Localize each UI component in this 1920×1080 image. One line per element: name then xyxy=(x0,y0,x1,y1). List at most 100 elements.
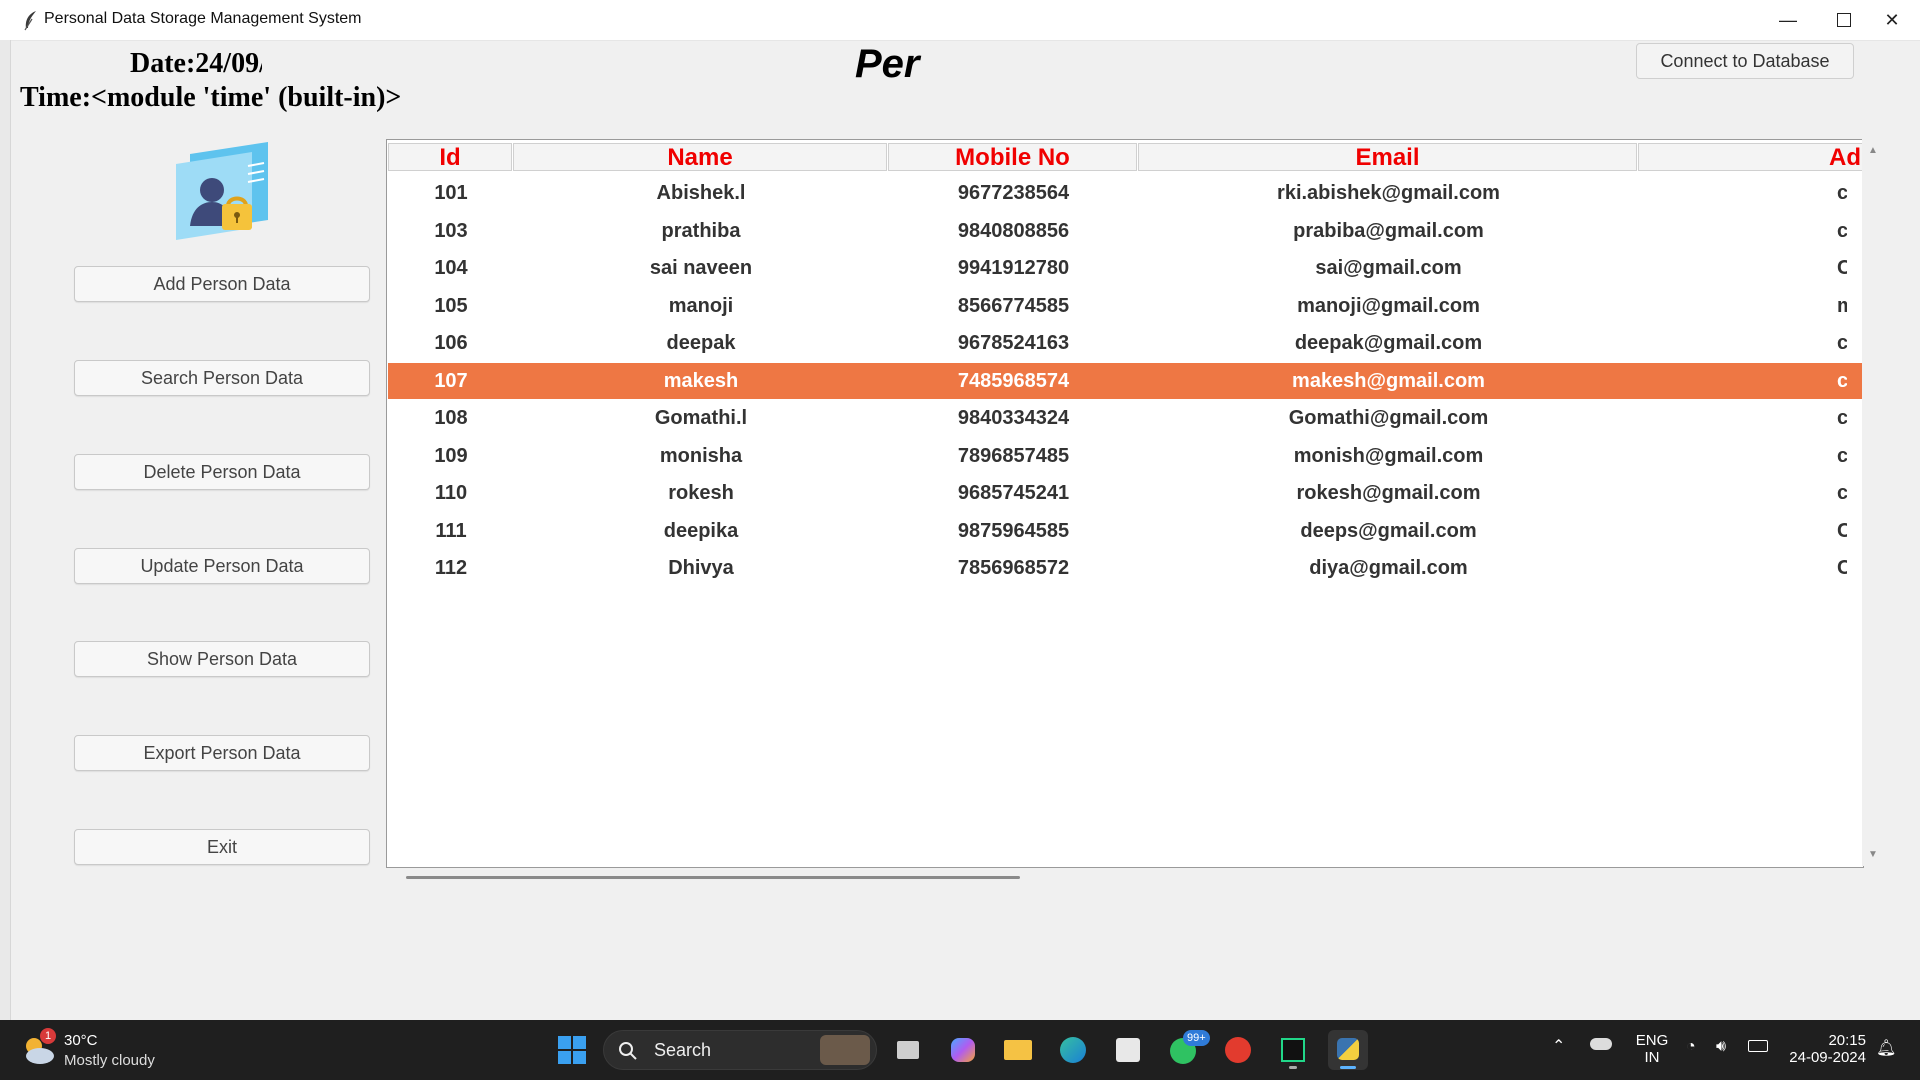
cell-id: 112 xyxy=(434,557,468,579)
language-indicator[interactable]: ENG IN xyxy=(1632,1032,1672,1066)
taskbar-search-box[interactable]: Search xyxy=(603,1030,877,1070)
window-title: Personal Data Storage Management System xyxy=(44,10,362,27)
search-label: Search xyxy=(654,1040,712,1060)
folder-icon xyxy=(1004,1040,1032,1060)
cell-id: 110 xyxy=(434,482,468,504)
cell-mobile: 9840334324 xyxy=(957,407,1070,429)
cell-address: c xyxy=(1837,363,1847,399)
running-indicator xyxy=(1289,1066,1297,1069)
column-header-id[interactable]: Id xyxy=(388,143,512,171)
battery-icon[interactable] xyxy=(1748,1040,1768,1052)
onedrive-cloud-icon[interactable] xyxy=(1590,1038,1612,1050)
cell-email: prabiba@gmail.com xyxy=(1293,219,1484,242)
scroll-down-icon[interactable]: ▼ xyxy=(1868,849,1878,860)
cell-id: 105 xyxy=(434,294,468,317)
show-person-button[interactable]: Show Person Data xyxy=(74,641,370,677)
whatsapp-badge: 99+ xyxy=(1183,1030,1210,1046)
cell-mobile: 9875964585 xyxy=(957,519,1070,542)
language-code: ENG xyxy=(1635,1032,1669,1049)
cell-email: sai@gmail.com xyxy=(1315,257,1462,279)
cell-name: manoji xyxy=(668,294,734,317)
search-person-button[interactable]: Search Person Data xyxy=(74,360,370,396)
weather-widget[interactable]: 1 30°C Mostly cloudy xyxy=(20,1028,200,1072)
clock-time: 20:15 xyxy=(1828,1032,1866,1049)
table-row[interactable]: 112 Dhivya 7856968572 diya@gmail.com C xyxy=(388,550,1863,586)
column-header-mobile[interactable]: Mobile No xyxy=(888,143,1137,171)
minimize-button[interactable]: — xyxy=(1760,0,1816,40)
cell-name: Dhivya xyxy=(668,557,734,579)
cell-address: cl xyxy=(1837,325,1847,361)
table-row[interactable]: 108 Gomathi.l 9840334324 Gomathi@gmail.com c… xyxy=(388,400,1863,436)
delete-person-button[interactable]: Delete Person Data xyxy=(74,454,370,490)
clock[interactable]: 20:15 24-09-2024 xyxy=(1786,1032,1866,1066)
time-label: Time:<module 'time' (built-in)> xyxy=(20,82,402,113)
table-row[interactable]: 106 deepak 9678524163 deepak@gmail.com cl xyxy=(388,325,1863,361)
pycharm-icon xyxy=(1281,1038,1305,1062)
show-hidden-icons-chevron-icon[interactable]: ⌃ xyxy=(1552,1036,1565,1056)
window-left-edge xyxy=(0,40,11,1020)
cell-id: 103 xyxy=(434,219,468,242)
wifi-icon[interactable]: ◔ xyxy=(1686,1038,1696,1056)
exit-button[interactable]: Exit xyxy=(74,829,370,865)
vertical-scrollbar[interactable]: ▲ ▼ xyxy=(1862,139,1886,866)
cell-email: rokesh@gmail.com xyxy=(1296,482,1481,504)
column-header-email[interactable]: Email xyxy=(1138,143,1637,171)
table-row[interactable]: 105 manoji 8566774585 manoji@gmail.com m xyxy=(388,288,1863,324)
cell-email: rki.abishek@gmail.com xyxy=(1277,182,1500,204)
weather-description: Mostly cloudy xyxy=(64,1052,155,1069)
cell-address: cl xyxy=(1837,438,1847,474)
start-button[interactable] xyxy=(552,1030,592,1070)
update-person-button[interactable]: Update Person Data xyxy=(74,548,370,584)
notification-bell-icon[interactable]: 🔔︎ xyxy=(1876,1038,1896,1058)
whatsapp-button[interactable]: 99+ xyxy=(1163,1030,1210,1070)
edge-button[interactable] xyxy=(1053,1030,1093,1070)
cell-mobile: 7485968574 xyxy=(957,369,1070,392)
copilot-button[interactable] xyxy=(943,1030,983,1070)
cell-name: monisha xyxy=(659,444,743,467)
close-button[interactable]: ✕ xyxy=(1864,0,1920,40)
table-row[interactable]: 109 monisha 7896857485 monish@gmail.com cl xyxy=(388,438,1863,474)
pycharm-button[interactable] xyxy=(1273,1030,1313,1070)
connect-database-button[interactable]: Connect to Database xyxy=(1636,43,1854,79)
cell-mobile: 9677238564 xyxy=(957,182,1070,204)
cell-mobile: 7896857485 xyxy=(957,444,1070,467)
cell-address: C xyxy=(1837,550,1847,586)
add-person-button[interactable]: Add Person Data xyxy=(74,266,370,302)
wps-office-button[interactable] xyxy=(1218,1030,1258,1070)
table-row[interactable]: 104 sai naveen 9941912780 sai@gmail.com C xyxy=(388,250,1863,286)
cell-address: cl xyxy=(1837,213,1847,249)
cell-name: deepika xyxy=(663,519,739,542)
store-button[interactable] xyxy=(1108,1030,1148,1070)
export-person-button[interactable]: Export Person Data xyxy=(74,735,370,771)
column-header-name[interactable]: Name xyxy=(513,143,887,171)
cell-email: diya@gmail.com xyxy=(1309,557,1468,579)
user-lock-icon xyxy=(176,142,268,240)
table-row[interactable]: 110 rokesh 9685745241 rokesh@gmail.com cl xyxy=(388,475,1863,511)
table-row[interactable]: 107 makesh 7485968574 makesh@gmail.com c xyxy=(388,362,1863,399)
python-app-button[interactable] xyxy=(1328,1030,1368,1070)
close-icon: ✕ xyxy=(1884,9,1900,30)
region-code: IN xyxy=(1644,1049,1660,1066)
scroll-up-icon[interactable]: ▲ xyxy=(1868,145,1878,156)
cell-address: cl xyxy=(1837,475,1847,511)
cell-email: deepak@gmail.com xyxy=(1294,332,1483,354)
person-data-table[interactable]: Id Name Mobile No Email Ad 101 Abishek.l 9… xyxy=(386,139,1864,868)
file-explorer-button[interactable] xyxy=(998,1030,1038,1070)
cell-name: rokesh xyxy=(668,482,734,504)
task-view-button[interactable] xyxy=(888,1030,928,1070)
cell-id: 106 xyxy=(434,332,468,354)
search-icon xyxy=(619,1042,637,1060)
horizontal-scroll-thumb[interactable] xyxy=(406,876,1020,879)
page-heading: Per xyxy=(855,42,920,86)
table-row[interactable]: 101 Abishek.l 9677238564 rki.abishek@gmail.… xyxy=(388,175,1863,211)
cell-mobile: 9941912780 xyxy=(957,257,1070,279)
edge-browser-icon xyxy=(1060,1037,1086,1063)
table-row[interactable]: 111 deepika 9875964585 deeps@gmail.com C xyxy=(388,513,1863,549)
column-header-address[interactable]: Ad xyxy=(1638,143,1863,171)
cell-address: cl xyxy=(1837,400,1847,436)
volume-icon[interactable]: 🔊︎ xyxy=(1716,1038,1726,1056)
cell-name: makesh xyxy=(663,369,739,392)
cell-name: prathiba xyxy=(661,219,741,242)
table-row[interactable]: 103 prathiba 9840808856 prabiba@gmail.com cl xyxy=(388,213,1863,249)
cell-address: C xyxy=(1837,513,1847,549)
